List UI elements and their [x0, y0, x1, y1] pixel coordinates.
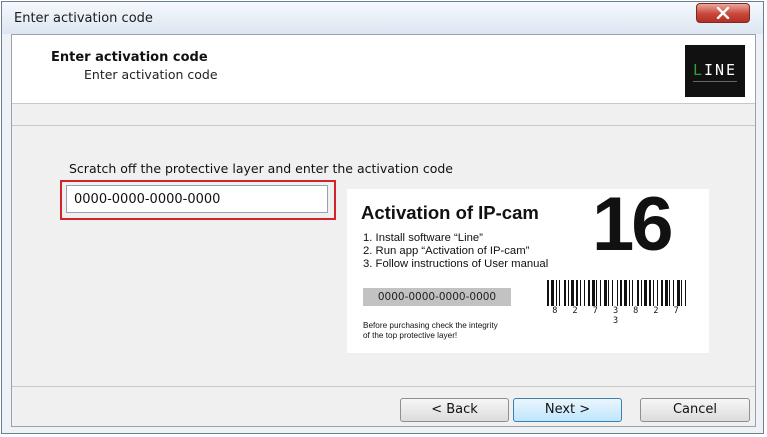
- cancel-button[interactable]: Cancel: [640, 398, 750, 422]
- barcode: 8 2 7 3 8 2 7 3: [545, 280, 691, 326]
- barcode-digits: 8 2 7 3 8 2 7 3: [552, 306, 684, 326]
- activation-dialog: Enter activation code Enter activation c…: [1, 1, 764, 434]
- card-step: 1. Install software “Line”: [363, 232, 483, 244]
- close-icon: [716, 7, 730, 19]
- logo-underline: [693, 81, 737, 82]
- wizard-header: Enter activation code Enter activation c…: [12, 35, 755, 104]
- line-logo: LINE: [685, 45, 745, 97]
- card-title: Activation of IP-cam: [361, 202, 539, 223]
- scratch-area: 0000-0000-0000-0000: [363, 288, 511, 306]
- next-button[interactable]: Next >: [513, 398, 622, 422]
- card-warning: Before purchasing check the integrity of…: [363, 321, 498, 341]
- header-title: Enter activation code: [51, 50, 208, 65]
- activation-code-input[interactable]: [66, 185, 328, 213]
- warning-line: of the top protective layer!: [363, 331, 458, 340]
- card-number: 16: [592, 182, 674, 267]
- barcode-bars: [547, 280, 686, 306]
- header-subtitle: Enter activation code: [84, 67, 218, 82]
- dialog-body: Enter activation code Enter activation c…: [11, 34, 756, 427]
- card-step: 3. Follow instructions of User manual: [363, 258, 549, 270]
- card-step: 2. Run app “Activation of IP-cam”: [363, 245, 530, 257]
- warning-line: Before purchasing check the integrity: [363, 321, 498, 330]
- instruction-text: Scratch off the protective layer and ent…: [69, 161, 453, 176]
- bottom-divider: [12, 386, 755, 387]
- window-title: Enter activation code: [14, 11, 153, 26]
- card-steps: 1. Install software “Line” 2. Run app “A…: [363, 232, 548, 271]
- scratch-code: 0000-0000-0000-0000: [377, 291, 497, 303]
- activation-card-image: Activation of IP-cam 16 1. Install softw…: [347, 182, 709, 353]
- back-button[interactable]: < Back: [400, 398, 509, 422]
- close-button[interactable]: [696, 3, 750, 23]
- title-bar[interactable]: Enter activation code: [2, 2, 763, 34]
- top-divider: [12, 125, 755, 126]
- logo-text: LINE: [692, 61, 738, 79]
